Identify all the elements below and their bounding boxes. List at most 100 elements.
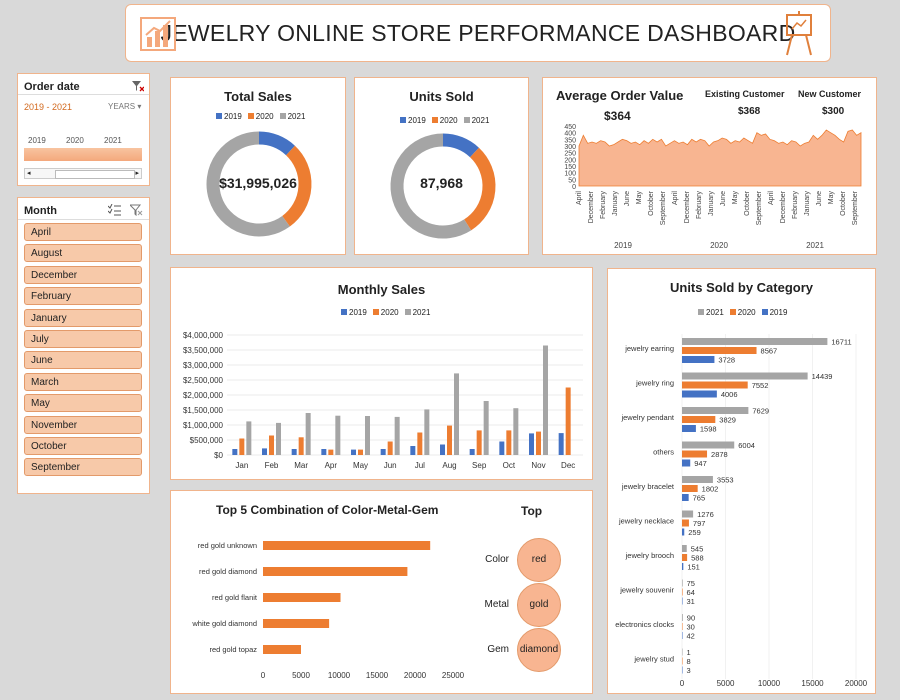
timeline-selection-bar[interactable] bbox=[24, 148, 142, 161]
aov-x-tick: April bbox=[768, 191, 775, 205]
monthly-sales-title: Monthly Sales bbox=[337, 282, 426, 297]
category-label: jewelry ring bbox=[635, 379, 674, 388]
category-label: jewelry necklace bbox=[618, 517, 674, 526]
month-item-march[interactable]: March bbox=[24, 372, 142, 391]
multi-select-icon[interactable] bbox=[108, 204, 121, 216]
month-item-july[interactable]: July bbox=[24, 330, 142, 348]
monthly-bar-2021-feb bbox=[276, 422, 281, 455]
category-bar-value: 2878 bbox=[711, 450, 728, 459]
month-item-february[interactable]: February bbox=[24, 287, 142, 306]
top5-category-label: red gold unknown bbox=[198, 541, 257, 550]
category-label: jewelry stud bbox=[633, 655, 674, 664]
clear-filter-icon[interactable] bbox=[130, 204, 143, 216]
category-bar-2019 bbox=[682, 390, 717, 398]
month-item-october[interactable]: October bbox=[24, 437, 142, 455]
month-item-december[interactable]: December bbox=[24, 265, 142, 284]
legend-2020: 2020 bbox=[729, 308, 756, 317]
monthly-bar-2019-jun bbox=[380, 449, 386, 455]
legend-2020: 2020 bbox=[431, 116, 458, 125]
aov-x-tick: September bbox=[852, 190, 859, 225]
category-bar-2020 bbox=[682, 588, 683, 596]
monthly-x-tick: May bbox=[353, 461, 368, 470]
presentation-easel-icon bbox=[786, 11, 812, 56]
legend-2021: 2021 bbox=[698, 308, 724, 317]
monthly-bar-2021-may bbox=[365, 416, 370, 455]
monthly-sales-bar-chart: $4,000,000 $3,500,000 $3,000,000 $2,500,000… bbox=[183, 331, 583, 470]
aov-x-tick: April bbox=[672, 191, 679, 205]
top-gem-value: diamond bbox=[517, 628, 561, 672]
top5-x-tick: 20000 bbox=[404, 671, 427, 680]
category-bar-value: 8567 bbox=[761, 347, 778, 356]
category-bar-value: 797 bbox=[693, 519, 706, 528]
category-label: electronics clocks bbox=[615, 620, 674, 629]
aov-y-tick: 0 bbox=[572, 184, 576, 191]
month-item-september[interactable]: September bbox=[24, 458, 142, 477]
aov-x-tick: October bbox=[648, 190, 655, 216]
category-bar-value: 4006 bbox=[721, 390, 738, 399]
scroll-right-icon[interactable]: ▸ bbox=[135, 169, 139, 178]
clear-filter-icon[interactable] bbox=[132, 80, 144, 92]
monthly-bar-2020-jun bbox=[387, 441, 393, 455]
timeline-scrollbar[interactable]: ◂ ▸ bbox=[24, 168, 142, 179]
category-bar-2021 bbox=[682, 510, 694, 518]
monthly-x-tick: Jul bbox=[415, 461, 425, 470]
month-slicer[interactable]: Month April August December February January… bbox=[17, 197, 150, 494]
monthly-y-tick: $500,000 bbox=[190, 436, 224, 445]
total-sales-title: Total Sales bbox=[224, 89, 292, 104]
category-bar-value: 7552 bbox=[752, 381, 769, 390]
monthly-y-tick: $0 bbox=[214, 451, 223, 460]
monthly-bar-2020-oct bbox=[506, 430, 512, 455]
monthly-bar-2019-sep bbox=[469, 449, 475, 455]
monthly-bar-2019-dec bbox=[558, 433, 564, 455]
legend-2019: 2019 bbox=[341, 308, 367, 317]
category-label: jewelry pendant bbox=[620, 413, 674, 422]
top5-bar bbox=[263, 619, 330, 628]
aov-x-tick: February bbox=[792, 191, 799, 220]
time-unit-dropdown[interactable]: YEARS ▾ bbox=[108, 102, 141, 111]
top5-x-tick: 0 bbox=[261, 671, 266, 680]
monthly-bar-2020-mar bbox=[298, 437, 304, 455]
dashboard-title-panel: JEWELRY ONLINE STORE PERFORMANCE DASHBOA… bbox=[125, 4, 831, 62]
category-bar-2021 bbox=[682, 407, 749, 414]
monthly-bar-2020-sep bbox=[476, 430, 482, 455]
month-item-january[interactable]: January bbox=[24, 308, 142, 327]
category-bar-value: 16711 bbox=[831, 338, 851, 347]
total-sales-slice-2019 bbox=[258, 131, 295, 156]
category-label: jewelry brooch bbox=[625, 551, 674, 560]
aov-x-tick: February bbox=[696, 191, 703, 220]
month-item-june[interactable]: June bbox=[24, 351, 142, 370]
order-date-slicer[interactable]: Order date 2019 - 2021 YEARS ▾ 2019 2020… bbox=[17, 73, 150, 186]
legend-2021: 2021 bbox=[404, 308, 430, 317]
monthly-bar-2020-jan bbox=[239, 438, 245, 455]
order-date-slicer-title: Order date bbox=[24, 81, 80, 93]
legend-2019: 2019 bbox=[761, 308, 787, 317]
monthly-bar-2021-oct bbox=[513, 408, 519, 455]
monthly-y-tick: $3,500,000 bbox=[183, 346, 224, 355]
month-item-may[interactable]: May bbox=[24, 394, 142, 413]
monthly-bar-2021-jan bbox=[246, 421, 252, 455]
total-sales-legend: 2019 2020 2021 bbox=[216, 112, 305, 121]
month-item-august[interactable]: August bbox=[24, 244, 142, 263]
category-bar-2021 bbox=[682, 372, 808, 380]
month-item-april[interactable]: April bbox=[24, 223, 142, 241]
top5-bar bbox=[263, 645, 301, 654]
top5-bar-chart: red gold unknown red gold diamond red gold… bbox=[191, 541, 465, 680]
category-bar-value: 588 bbox=[691, 554, 704, 563]
monthly-x-tick: Apr bbox=[325, 461, 338, 470]
scroll-left-icon[interactable]: ◂ bbox=[27, 169, 31, 178]
bar-chart-icon bbox=[140, 17, 176, 51]
monthly-bar-2021-mar bbox=[305, 413, 311, 455]
units-by-category-bar-chart: jewelry earring 16711 8567 3728 jewelry ring… bbox=[615, 334, 868, 688]
category-bar-value: 14439 bbox=[812, 372, 833, 381]
month-item-november[interactable]: November bbox=[24, 415, 142, 434]
category-bar-value: 42 bbox=[687, 632, 695, 641]
aov-x-tick: May bbox=[732, 191, 739, 205]
category-bar-2019 bbox=[682, 597, 683, 605]
aov-x-tick: September bbox=[660, 190, 667, 225]
monthly-x-tick: Aug bbox=[442, 461, 456, 470]
aov-year-label: 2020 bbox=[710, 241, 728, 250]
aov-x-tick: April bbox=[576, 191, 583, 205]
aov-x-tick: February bbox=[600, 191, 607, 220]
aov-x-tick: June bbox=[720, 191, 727, 206]
category-bar-value: 1276 bbox=[697, 510, 714, 519]
